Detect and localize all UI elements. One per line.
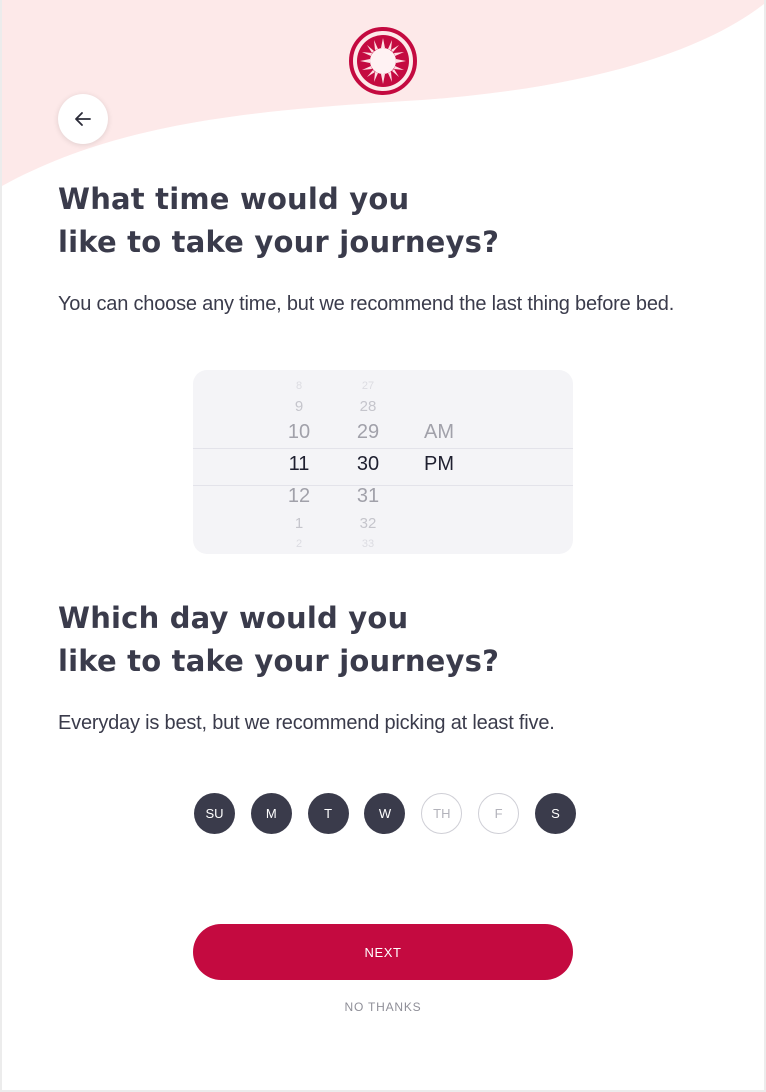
time-heading: What time would you like to take your jo… [58, 178, 499, 264]
day-selector: SU M T W TH F S [194, 793, 576, 835]
minute-option-selected[interactable]: 30 [338, 453, 398, 476]
day-subtitle: Everyday is best, but we recommend picki… [58, 712, 555, 734]
hour-option[interactable]: 8 [269, 380, 329, 392]
arrow-left-icon [75, 112, 91, 126]
next-button[interactable]: NEXT [193, 924, 573, 980]
hour-option[interactable]: 2 [269, 538, 329, 550]
day-toggle-monday[interactable]: M [250, 793, 292, 834]
hour-option[interactable]: 12 [269, 485, 329, 508]
day-toggle-saturday[interactable]: S [534, 793, 576, 834]
period-option[interactable]: AM [409, 421, 469, 444]
hour-option[interactable]: 1 [269, 515, 329, 532]
day-heading: Which day would you like to take your jo… [58, 597, 499, 683]
period-option-selected[interactable]: PM [409, 453, 469, 476]
minute-option[interactable]: 33 [338, 538, 398, 550]
minute-option[interactable]: 27 [338, 380, 398, 392]
time-picker: 8 9 10 11 12 1 2 27 28 29 30 31 32 33 AM… [193, 370, 573, 554]
day-toggle-thursday[interactable]: TH [421, 793, 463, 834]
minute-option[interactable]: 29 [338, 421, 398, 444]
time-heading-line2: like to take your journeys? [58, 225, 500, 259]
hour-option[interactable]: 10 [269, 421, 329, 444]
day-toggle-friday[interactable]: F [478, 793, 520, 834]
day-heading-line1: Which day would you [58, 601, 409, 635]
no-thanks-link[interactable]: NO THANKS [193, 1000, 573, 1014]
day-heading-line2: like to take your journeys? [58, 644, 500, 678]
back-button[interactable] [58, 94, 108, 144]
minute-option[interactable]: 31 [338, 485, 398, 508]
period-wheel[interactable]: AM PM [409, 370, 469, 554]
minute-option[interactable]: 28 [338, 398, 398, 415]
minute-wheel[interactable]: 27 28 29 30 31 32 33 [338, 370, 398, 554]
time-subtitle: You can choose any time, but we recommen… [58, 293, 675, 315]
hour-option-selected[interactable]: 11 [269, 453, 329, 476]
day-toggle-tuesday[interactable]: T [307, 793, 349, 834]
day-toggle-wednesday[interactable]: W [364, 793, 406, 834]
onboarding-screen: What time would you like to take your jo… [2, 0, 764, 1090]
hour-option[interactable]: 9 [269, 398, 329, 415]
hour-wheel[interactable]: 8 9 10 11 12 1 2 [269, 370, 329, 554]
time-heading-line1: What time would you [58, 182, 410, 216]
minute-option[interactable]: 32 [338, 515, 398, 532]
day-toggle-sunday[interactable]: SU [194, 793, 235, 834]
sun-ring-logo-icon [349, 27, 417, 95]
